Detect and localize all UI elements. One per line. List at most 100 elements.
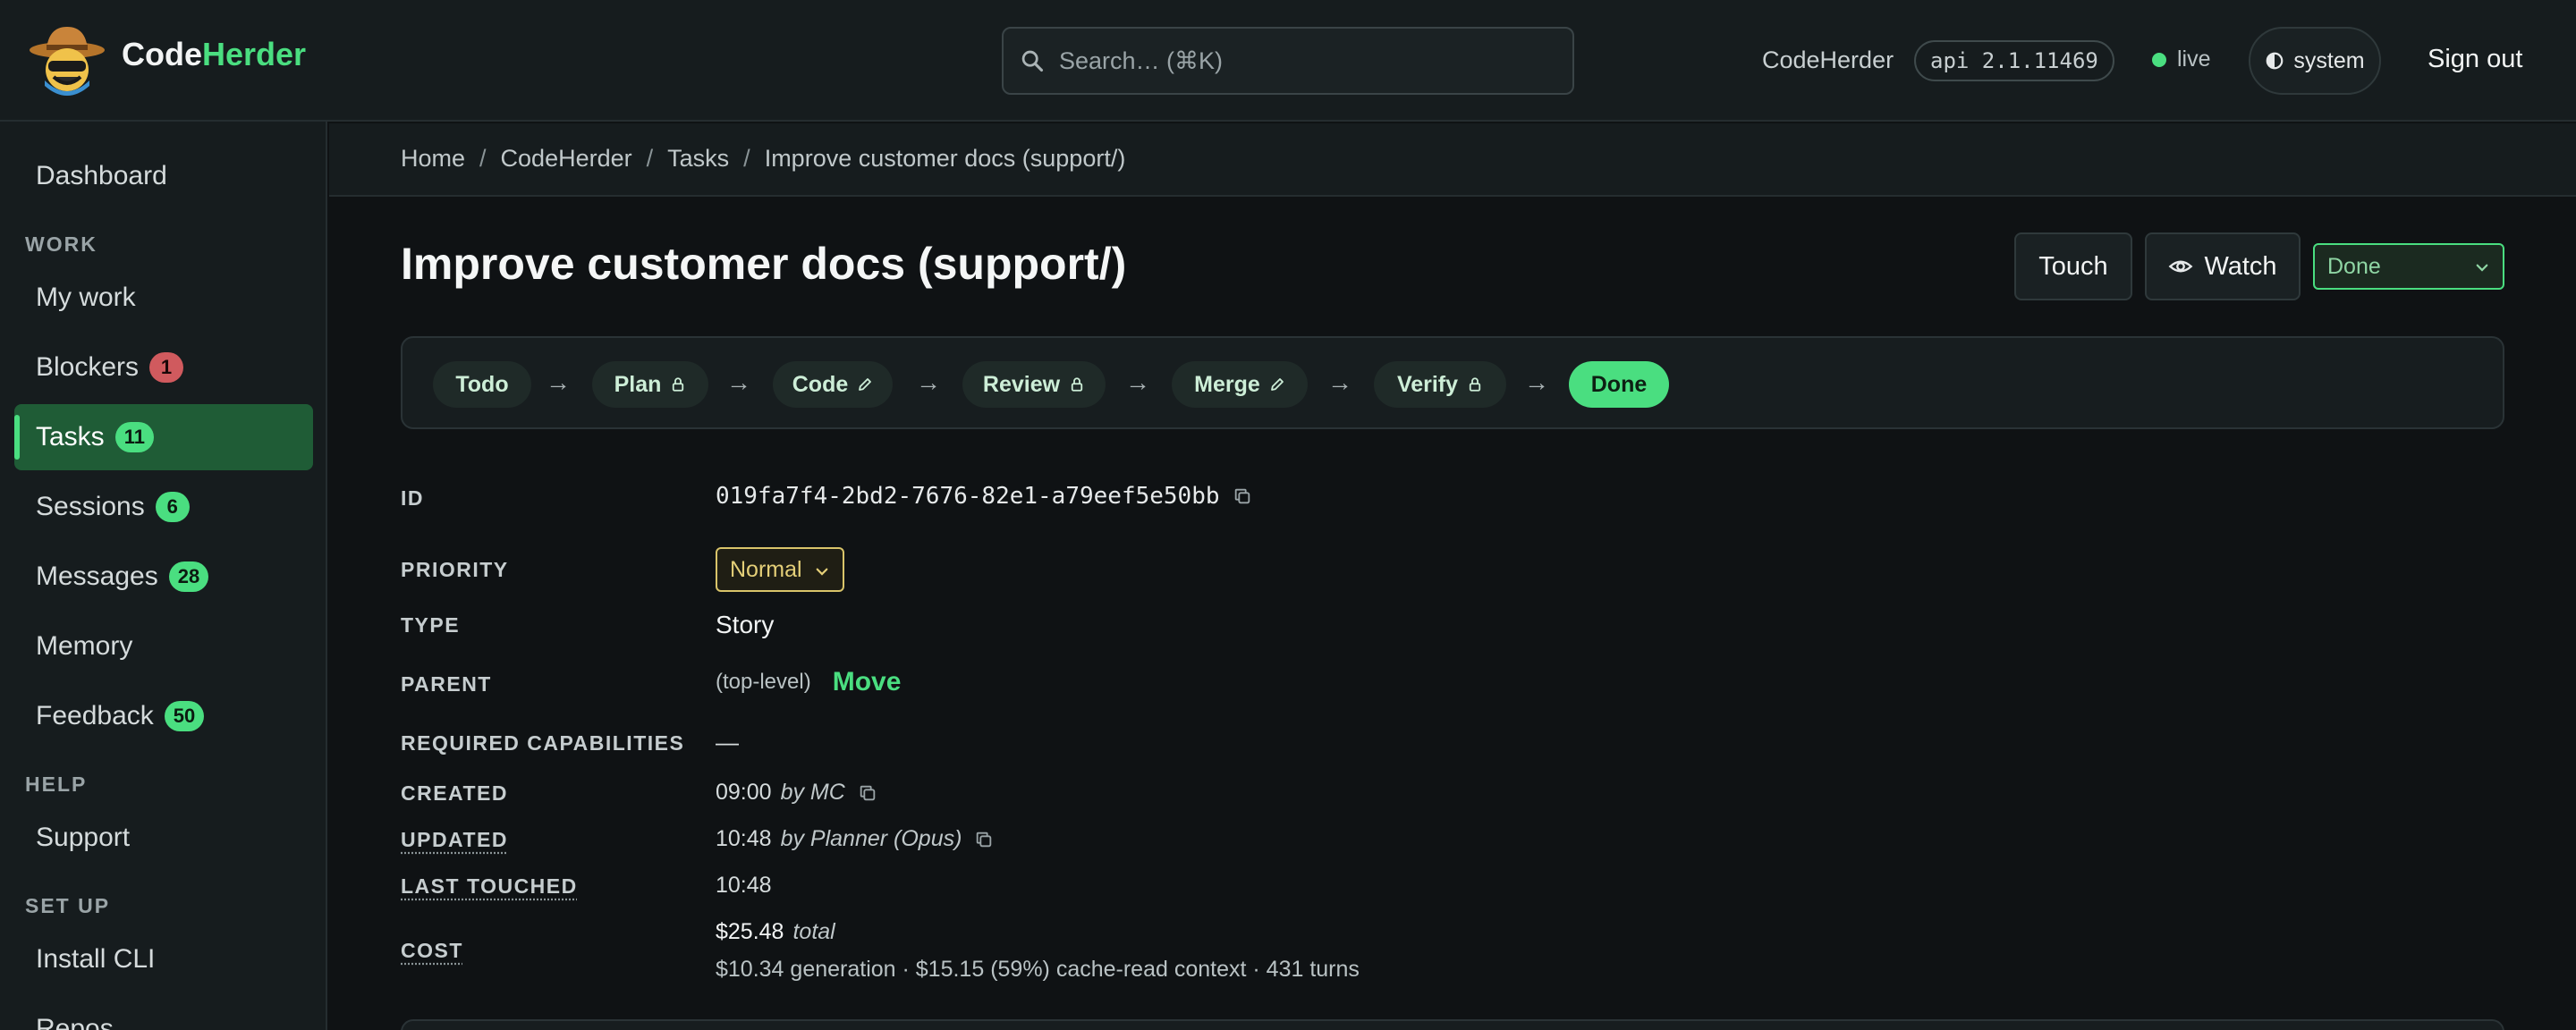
capabilities-value: —	[716, 729, 739, 756]
cowboy-logo-icon[interactable]	[27, 20, 107, 100]
pipeline-step-label: Todo	[455, 372, 508, 398]
blockers-count-badge: 1	[149, 352, 183, 383]
sidebar-item-label: Tasks	[36, 422, 105, 452]
watch-label: Watch	[2204, 252, 2276, 282]
sidebar-item-label: Repos	[36, 1014, 114, 1030]
cost-breakdown: $10.34 generation · $15.15 (59%) cache-r…	[716, 957, 1360, 983]
parent-text: (top-level)	[716, 670, 811, 695]
sidebar-item-repos[interactable]: Repos	[14, 996, 313, 1030]
lock-icon	[1467, 376, 1483, 393]
sidebar-item-label: Install CLI	[36, 944, 155, 975]
pipeline-arrow: →	[1125, 368, 1150, 397]
search-box[interactable]	[1002, 27, 1574, 95]
sidebar: Dashboard WORK My work Blockers 1 Tasks …	[0, 122, 327, 1030]
sidebar-item-support[interactable]: Support	[14, 805, 313, 871]
pipeline-step-done[interactable]: Done	[1569, 361, 1669, 408]
pipeline-step-code[interactable]: Code	[773, 361, 893, 408]
sidebar-item-my-work[interactable]: My work	[14, 265, 313, 331]
updated-label: UPDATED	[401, 828, 508, 852]
half-circle-icon	[2265, 51, 2284, 71]
move-button[interactable]: Move	[833, 667, 902, 697]
pipeline-arrow: →	[916, 368, 941, 397]
updated-value: 10:48 by Planner (Opus)	[716, 826, 994, 852]
top-bar: CodeHerder CodeHerder api 2.1.11469 live…	[0, 0, 2576, 122]
pipeline-arrow: →	[1524, 368, 1549, 397]
breadcrumb-current: Improve customer docs (support/)	[765, 145, 1126, 173]
updated-time: 10:48	[716, 826, 772, 852]
tasks-count-badge: 11	[115, 422, 154, 452]
brand-name[interactable]: CodeHerder	[122, 36, 306, 73]
pipeline-step-verify[interactable]: Verify	[1374, 361, 1506, 408]
breadcrumb-separator: /	[647, 145, 654, 173]
watch-button[interactable]: Watch	[2145, 232, 2301, 300]
copy-icon[interactable]	[858, 783, 877, 803]
pipeline-step-label: Review	[983, 372, 1060, 398]
eye-icon	[2168, 254, 2193, 279]
last-touched-label: LAST TOUCHED	[401, 874, 578, 899]
header-app-label: CodeHerder	[1762, 46, 1894, 74]
sidebar-item-tasks[interactable]: Tasks 11	[14, 404, 313, 470]
task-id-text: 019fa7f4-2bd2-7676-82e1-a79eef5e50bb	[716, 483, 1220, 510]
brand-name-part-2: Herder	[202, 36, 306, 72]
sidebar-item-blockers[interactable]: Blockers 1	[14, 334, 313, 401]
lock-icon	[1069, 376, 1085, 393]
live-indicator: live	[2152, 46, 2211, 72]
cost-label: COST	[401, 939, 463, 963]
sidebar-item-memory[interactable]: Memory	[14, 613, 313, 680]
theme-toggle-button[interactable]: system	[2249, 27, 2381, 95]
breadcrumb-separator: /	[479, 145, 487, 173]
last-touched-value: 10:48	[716, 873, 772, 899]
pencil-icon	[1269, 376, 1285, 393]
pencil-icon	[857, 376, 873, 393]
cost-total-value: $25.48	[716, 919, 784, 945]
sidebar-section-setup: SET UP	[25, 894, 110, 918]
created-label: CREATED	[401, 781, 508, 806]
breadcrumb-tasks[interactable]: Tasks	[667, 145, 729, 173]
sidebar-section-help: HELP	[25, 772, 87, 797]
breadcrumb-home[interactable]: Home	[401, 145, 465, 173]
priority-select[interactable]: Normal	[716, 547, 844, 592]
copy-icon[interactable]	[974, 830, 994, 849]
pipeline-step-merge[interactable]: Merge	[1172, 361, 1308, 408]
sidebar-item-sessions[interactable]: Sessions 6	[14, 474, 313, 540]
sidebar-item-label: My work	[36, 283, 136, 313]
search-input[interactable]	[1059, 47, 1560, 75]
messages-count-badge: 28	[169, 561, 208, 592]
created-time: 09:00	[716, 780, 772, 806]
task-id-value: 019fa7f4-2bd2-7676-82e1-a79eef5e50bb	[716, 483, 1252, 510]
copy-icon[interactable]	[1233, 486, 1252, 506]
live-dot-icon	[2152, 53, 2166, 67]
pipeline-step-review[interactable]: Review	[962, 361, 1106, 408]
pipeline-step-label: Merge	[1194, 372, 1260, 398]
live-label: live	[2177, 46, 2211, 72]
parent-value: (top-level) Move	[716, 667, 901, 697]
sidebar-item-label: Sessions	[36, 492, 145, 522]
pipeline-step-plan[interactable]: Plan	[592, 361, 708, 408]
sidebar-item-label: Support	[36, 823, 130, 853]
page-title: Improve customer docs (support/)	[401, 238, 1126, 290]
created-value: 09:00 by MC	[716, 780, 877, 806]
sign-out-button[interactable]: Sign out	[2428, 45, 2522, 74]
sidebar-item-messages[interactable]: Messages 28	[14, 544, 313, 610]
breadcrumb-separator: /	[743, 145, 750, 173]
pipeline-step-label: Plan	[614, 372, 662, 398]
sidebar-section-work: WORK	[25, 232, 97, 257]
sidebar-item-feedback[interactable]: Feedback 50	[14, 683, 313, 749]
touch-button[interactable]: Touch	[2014, 232, 2132, 300]
search-icon	[1020, 48, 1045, 73]
sidebar-item-dashboard[interactable]: Dashboard	[14, 143, 313, 209]
breadcrumb: Home / CodeHerder / Tasks / Improve cust…	[401, 145, 1125, 173]
sidebar-item-install-cli[interactable]: Install CLI	[14, 926, 313, 992]
pipeline-step-label: Done	[1591, 372, 1648, 398]
priority-select-value: Normal	[730, 557, 802, 583]
pipeline-arrow: →	[546, 368, 571, 397]
cost-total: $25.48 total	[716, 919, 835, 945]
type-label: TYPE	[401, 613, 460, 637]
chevron-down-icon	[814, 563, 830, 579]
updated-by: by Planner (Opus)	[781, 826, 962, 852]
lock-icon	[670, 376, 686, 393]
created-by: by MC	[781, 780, 845, 806]
status-select[interactable]: Done	[2313, 243, 2504, 290]
breadcrumb-project[interactable]: CodeHerder	[501, 145, 632, 173]
pipeline-step-todo[interactable]: Todo	[433, 361, 531, 408]
